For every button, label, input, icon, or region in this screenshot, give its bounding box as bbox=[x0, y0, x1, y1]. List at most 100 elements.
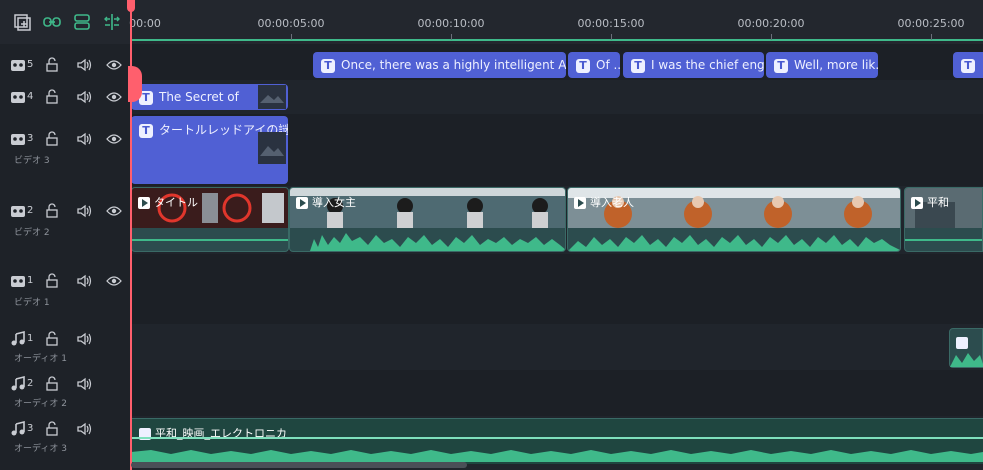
lock-icon[interactable] bbox=[44, 57, 60, 73]
lock-icon[interactable] bbox=[44, 203, 60, 219]
ruler-label: 00:00:15:00 bbox=[577, 17, 645, 30]
audio-waveform bbox=[290, 233, 565, 251]
speaker-icon[interactable] bbox=[76, 131, 92, 147]
ruler-baseline bbox=[131, 39, 983, 41]
text-icon: T bbox=[139, 123, 153, 138]
lane-audio-1[interactable] bbox=[131, 324, 983, 370]
clip-label: The Secret of bbox=[159, 90, 239, 104]
video-clip[interactable]: タイトル bbox=[131, 187, 289, 252]
track-header-video-5: 5 bbox=[0, 52, 131, 78]
video-track-icon bbox=[10, 131, 26, 147]
clip-label: 平和 bbox=[911, 194, 949, 210]
title-clip[interactable]: T タートルレッドアイの謎 bbox=[131, 116, 288, 184]
eye-icon[interactable] bbox=[106, 273, 122, 289]
track-header-video-4: 4 bbox=[0, 84, 131, 110]
title-clip[interactable]: T I was the chief engi... bbox=[623, 52, 764, 78]
track-header-audio-1: 1 オーディオ 1 bbox=[0, 330, 131, 366]
lock-icon[interactable] bbox=[44, 331, 60, 347]
music-note-icon bbox=[956, 337, 968, 349]
eye-icon[interactable] bbox=[106, 131, 122, 147]
audio-waveform bbox=[568, 235, 900, 251]
track-name: オーディオ 1 bbox=[14, 354, 67, 364]
clip-label: タイトル bbox=[138, 194, 198, 210]
title-clip[interactable]: T The Secret of bbox=[131, 84, 288, 110]
ruler-tick bbox=[611, 34, 612, 40]
audio-clip[interactable]: 平和_映画_エレクトロニカ bbox=[131, 418, 983, 464]
lane-video-1[interactable] bbox=[131, 254, 983, 324]
speaker-icon[interactable] bbox=[76, 376, 92, 392]
clip-thumbnail bbox=[258, 132, 286, 164]
eye-icon[interactable] bbox=[106, 203, 122, 219]
playhead-marker[interactable] bbox=[128, 66, 142, 102]
link-icon[interactable] bbox=[42, 12, 62, 32]
speaker-icon[interactable] bbox=[76, 57, 92, 73]
split-track-icon[interactable] bbox=[72, 12, 92, 32]
ruler-label: 00:00:20:00 bbox=[737, 17, 805, 30]
track-name: オーディオ 3 bbox=[14, 444, 67, 454]
lock-icon[interactable] bbox=[44, 376, 60, 392]
video-track-icon bbox=[10, 203, 26, 219]
title-clip[interactable]: T bbox=[953, 52, 983, 78]
audio-waveform bbox=[905, 239, 982, 241]
ruler-tick bbox=[771, 34, 772, 40]
video-clip[interactable]: 平和 bbox=[904, 187, 983, 252]
video-track-icon bbox=[10, 89, 26, 105]
ruler-tick bbox=[291, 34, 292, 40]
music-note-icon bbox=[10, 331, 26, 347]
clip-label: 導入女主 bbox=[296, 194, 356, 210]
track-number: 1 bbox=[27, 333, 34, 344]
clip-thumbnail bbox=[258, 85, 286, 109]
ruler-tick bbox=[451, 34, 452, 40]
text-icon: T bbox=[321, 58, 335, 73]
ruler-label: 00:00 bbox=[129, 17, 161, 30]
lock-icon[interactable] bbox=[44, 421, 60, 437]
track-header-video-2: 2 ビデオ 2 bbox=[0, 202, 131, 242]
speaker-icon[interactable] bbox=[76, 331, 92, 347]
track-number: 1 bbox=[27, 275, 34, 286]
title-clip[interactable]: T Once, there was a highly intelligent AI… bbox=[313, 52, 566, 78]
volume-line[interactable] bbox=[131, 437, 983, 439]
clip-label: I was the chief engi... bbox=[651, 58, 764, 72]
eye-icon[interactable] bbox=[106, 57, 122, 73]
track-name: オーディオ 2 bbox=[14, 399, 67, 409]
track-name: ビデオ 3 bbox=[14, 156, 50, 166]
speaker-icon[interactable] bbox=[76, 203, 92, 219]
text-icon: T bbox=[774, 58, 788, 73]
audio-clip[interactable] bbox=[949, 328, 983, 368]
track-number: 5 bbox=[27, 59, 34, 70]
lock-icon[interactable] bbox=[44, 89, 60, 105]
track-number: 2 bbox=[27, 378, 34, 389]
add-track-icon[interactable] bbox=[12, 12, 32, 32]
ruler-label: 00:00:10:00 bbox=[417, 17, 485, 30]
title-clip[interactable]: T Of ... bbox=[568, 52, 620, 78]
clip-label: Of ... bbox=[596, 58, 620, 72]
track-name: ビデオ 1 bbox=[14, 298, 50, 308]
audio-waveform bbox=[132, 239, 288, 241]
track-header-video-1: 1 ビデオ 1 bbox=[0, 272, 131, 312]
track-number: 3 bbox=[27, 133, 34, 144]
video-track-icon bbox=[10, 273, 26, 289]
speaker-icon[interactable] bbox=[76, 89, 92, 105]
time-ruler[interactable]: 00:00 00:00:05:00 00:00:10:00 00:00:15:0… bbox=[129, 0, 983, 44]
video-clip[interactable]: 導入女主 bbox=[289, 187, 566, 252]
lock-icon[interactable] bbox=[44, 273, 60, 289]
clip-label: Once, there was a highly intelligent AI … bbox=[341, 58, 566, 72]
track-number: 3 bbox=[27, 423, 34, 434]
snap-icon[interactable] bbox=[102, 12, 122, 32]
track-name: ビデオ 2 bbox=[14, 228, 50, 238]
timeline-toolbar bbox=[0, 0, 131, 44]
video-track-icon bbox=[10, 57, 26, 73]
playhead-handle[interactable] bbox=[127, 0, 135, 12]
track-header-video-3: 3 ビデオ 3 bbox=[0, 130, 131, 170]
track-header-audio-3: 3 オーディオ 3 bbox=[0, 420, 131, 456]
track-header-audio-2: 2 オーディオ 2 bbox=[0, 375, 131, 411]
speaker-icon[interactable] bbox=[76, 273, 92, 289]
speaker-icon[interactable] bbox=[76, 421, 92, 437]
lane-audio-2[interactable] bbox=[131, 370, 983, 416]
video-clip[interactable]: 導入老人 bbox=[567, 187, 901, 252]
lock-icon[interactable] bbox=[44, 131, 60, 147]
horizontal-scrollbar[interactable] bbox=[131, 462, 467, 468]
title-clip[interactable]: T Well, more lik... bbox=[766, 52, 878, 78]
eye-icon[interactable] bbox=[106, 89, 122, 105]
audio-waveform bbox=[131, 450, 983, 462]
